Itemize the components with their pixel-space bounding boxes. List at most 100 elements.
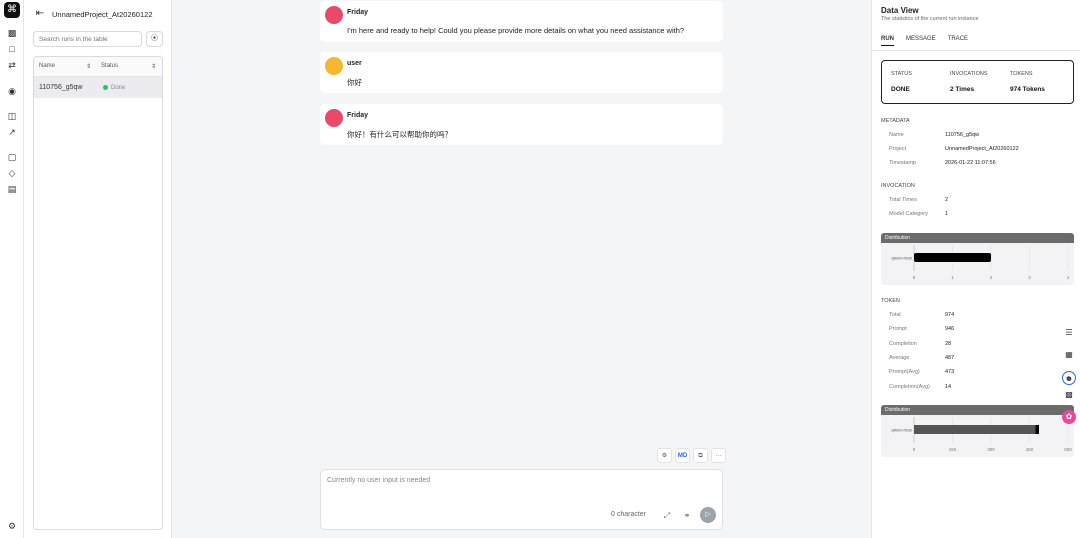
token-key: Completion — [889, 341, 917, 347]
copy-icon[interactable]: ⧉ — [693, 448, 708, 463]
app-logo[interactable]: ⌘ — [4, 2, 20, 18]
category-label: qwen-max — [891, 256, 913, 261]
invocations-label: INVOCATIONS — [950, 71, 988, 77]
column-name[interactable]: Name ⇕ — [34, 63, 97, 70]
invocation-key: Total Times — [889, 197, 917, 203]
chart-title: Distribution — [881, 233, 1074, 243]
book-icon[interactable]: ◫ — [6, 110, 18, 122]
prompt-icon[interactable]: ⇄ — [6, 59, 18, 71]
token-key: Prompt — [889, 326, 907, 332]
table-row[interactable]: 110756_g5qw Done — [34, 77, 162, 98]
expand-icon[interactable]: ⤢ — [661, 510, 673, 522]
x-tick-label: 3 — [1028, 275, 1031, 280]
apps-float-icon[interactable]: ▩ — [1062, 388, 1076, 402]
token-value: 473 — [945, 369, 955, 375]
connection-icon[interactable]: ↗ — [6, 126, 18, 138]
tokens-value: 974 Tokens — [1010, 86, 1045, 93]
translate-icon[interactable]: ⚙ — [657, 448, 672, 463]
grid-float-icon[interactable]: ▦ — [1062, 348, 1076, 362]
send-button[interactable]: ▷ — [700, 507, 716, 523]
tag-icon[interactable]: ◇ — [6, 167, 18, 179]
panel-subtitle: The statistics of the current run instan… — [881, 16, 979, 22]
meta-value: 110756_g5qw — [945, 132, 980, 138]
message-text: 你好 — [347, 78, 362, 87]
folder-icon[interactable]: □ — [6, 43, 18, 55]
tokens-label: TOKENS — [1010, 71, 1033, 77]
token-distribution-chart: Distribution 0 150 300 450 600 qwen-max — [881, 405, 1074, 457]
message-bubble: Friday I'm here and ready to help! Could… — [320, 1, 723, 42]
tab-run[interactable]: RUN — [881, 36, 894, 46]
settings-icon[interactable]: ⚙ — [6, 520, 18, 532]
token-value: 974 — [945, 312, 955, 318]
message-text: 你好！有什么可以帮助你的吗？ — [347, 130, 452, 139]
chart-icon[interactable]: ▩ — [6, 27, 18, 39]
meta-key: Timestamp — [889, 160, 916, 166]
bar — [1035, 425, 1039, 434]
bar — [914, 425, 1036, 434]
assistant-float-icon[interactable]: ☻ — [1062, 371, 1076, 385]
robot-icon[interactable]: ◉ — [6, 85, 18, 97]
message-author: Friday — [347, 9, 369, 16]
runs-panel: ⇤ UnnamedProject_At20260122 ⦿ Name⇕ Stat… — [24, 0, 172, 538]
x-tick-label: 150 — [949, 447, 957, 452]
metadata-heading: METADATA — [881, 118, 910, 124]
token-value: 946 — [945, 326, 955, 332]
x-tick-label: 0 — [913, 447, 916, 452]
visibility-toggle-icon[interactable]: ⦿ — [146, 31, 163, 47]
message-bubble: user 你好 — [320, 52, 723, 93]
token-key: Completion(Avg) — [889, 384, 930, 390]
token-key: Total — [889, 312, 901, 318]
token-value: 14 — [945, 384, 952, 390]
input-toolbar: ⚙ MD ⧉ ··· — [657, 448, 726, 463]
markdown-button[interactable]: MD — [675, 448, 690, 463]
sort-icon[interactable]: ⇕ — [86, 63, 91, 70]
distribution-svg: 0 1 2 3 4 qwen-max — [891, 245, 1070, 280]
x-tick-label: 600 — [1064, 447, 1072, 452]
status-label: STATUS — [891, 71, 912, 77]
avatar — [325, 57, 343, 75]
message-author: user — [347, 60, 362, 67]
message-bubble: Friday 你好！有什么可以帮助你的吗？ — [320, 104, 723, 145]
meta-key: Project — [889, 146, 907, 152]
icon-rail: ⌘ ▩ □ ⇄ ◉ ◫ ↗ ▢ ◇ ▤ ⚙ — [0, 0, 24, 538]
meta-value: 2026-01-22 11:07:56 — [945, 160, 996, 166]
tab-trace[interactable]: TRACE — [948, 36, 968, 46]
meta-key: Name — [889, 132, 904, 138]
gamepad-icon[interactable]: ▤ — [6, 183, 18, 195]
tab-divider — [872, 50, 1080, 51]
x-tick-label: 300 — [987, 447, 995, 452]
avatar — [325, 109, 343, 127]
more-button[interactable]: ··· — [711, 448, 726, 463]
panel-title: Data View — [881, 6, 919, 15]
invocation-heading: INVOCATION — [881, 183, 915, 189]
distribution-svg: 0 150 300 450 600 qwen-max — [891, 417, 1072, 452]
character-count: 0 character — [611, 511, 647, 518]
x-tick-label: 1 — [951, 275, 954, 280]
input-placeholder: Currently no user input is needed — [327, 477, 431, 484]
chat-icon[interactable]: ▢ — [6, 151, 18, 163]
message-text: I'm here and ready to help! Could you pl… — [347, 26, 685, 35]
run-name: 110756_g5qw — [39, 84, 83, 91]
translate-float-icon[interactable]: ☰ — [1062, 326, 1076, 340]
x-tick-label: 4 — [1067, 275, 1070, 280]
search-runs-input[interactable] — [33, 31, 142, 47]
runs-table: Name ⇕ Status ⇕ 110756_g5qw Done — [33, 56, 163, 530]
x-tick-label: 450 — [1026, 447, 1034, 452]
status-badge: Done — [97, 85, 162, 91]
column-status[interactable]: Status ⇕ — [97, 63, 162, 70]
sort-icon[interactable]: ⇕ — [151, 63, 156, 70]
invocation-value: 2 — [945, 197, 949, 203]
invocations-value: 2 Times — [950, 86, 975, 93]
data-view-panel: Data View The statistics of the current … — [871, 0, 1080, 538]
project-name: UnnamedProject_At20260122 — [52, 9, 153, 19]
status-value: DONE — [891, 86, 910, 93]
x-tick-label: 0 — [913, 275, 916, 280]
attach-icon[interactable]: ⚭ — [681, 510, 693, 522]
tab-message[interactable]: MESSAGE — [906, 36, 936, 46]
status-dot-icon — [103, 85, 109, 90]
ai-float-icon[interactable]: ✿ — [1062, 410, 1076, 424]
message-input[interactable]: Currently no user input is needed 0 char… — [320, 469, 723, 530]
back-icon[interactable]: ⇤ — [34, 8, 46, 20]
x-tick-label: 2 — [990, 275, 993, 280]
token-key: Prompt(Avg) — [889, 369, 920, 375]
